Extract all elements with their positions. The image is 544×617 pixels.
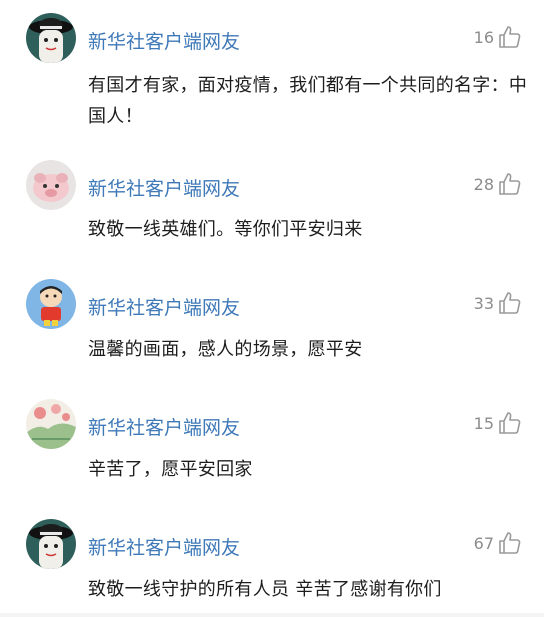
comment-text: 辛苦了，愿平安回家: [88, 459, 253, 480]
avatar[interactable]: [26, 519, 76, 569]
masked-figure-hat-avatar-icon: [26, 519, 76, 569]
thumbs-up-icon[interactable]: [498, 25, 522, 49]
avatar[interactable]: [26, 160, 76, 210]
like-count: 16: [473, 27, 494, 47]
landscape-painting-avatar-icon: [26, 399, 76, 449]
thumbs-up-icon[interactable]: [498, 531, 522, 555]
avatar[interactable]: [26, 13, 76, 63]
username[interactable]: 新华社客户端网友: [88, 413, 240, 440]
cartoon-boy-avatar-icon: [26, 279, 76, 329]
like-control[interactable]: 28: [474, 172, 522, 196]
username[interactable]: 新华社客户端网友: [88, 27, 240, 54]
like-count: 33: [473, 293, 494, 313]
like-control[interactable]: 15: [474, 411, 522, 435]
username[interactable]: 新华社客户端网友: [88, 174, 240, 201]
comment-text: 致敬一线英雄们。等你们平安归来: [88, 219, 363, 240]
thumbs-up-icon[interactable]: [498, 172, 522, 196]
masked-figure-hat-avatar-icon: [26, 13, 76, 63]
like-count: 15: [473, 413, 494, 433]
like-count: 28: [473, 174, 494, 194]
divider: [0, 613, 544, 617]
username[interactable]: 新华社客户端网友: [88, 293, 240, 320]
comment-text: 有国才有家，面对疫情，我们都有一个共同的名字：中国人！: [88, 75, 528, 127]
username[interactable]: 新华社客户端网友: [88, 533, 240, 560]
comment-text: 致敬一线守护的所有人员 辛苦了感谢有你们: [88, 579, 442, 600]
comment-text: 温馨的画面，感人的场景，愿平安: [88, 339, 363, 360]
avatar[interactable]: [26, 399, 76, 449]
like-control[interactable]: 33: [474, 291, 522, 315]
like-control[interactable]: 16: [474, 25, 522, 49]
like-count: 67: [473, 533, 494, 553]
like-control[interactable]: 67: [474, 531, 522, 555]
thumbs-up-icon[interactable]: [498, 291, 522, 315]
pink-animal-avatar-icon: [26, 160, 76, 210]
thumbs-up-icon[interactable]: [498, 411, 522, 435]
avatar[interactable]: [26, 279, 76, 329]
